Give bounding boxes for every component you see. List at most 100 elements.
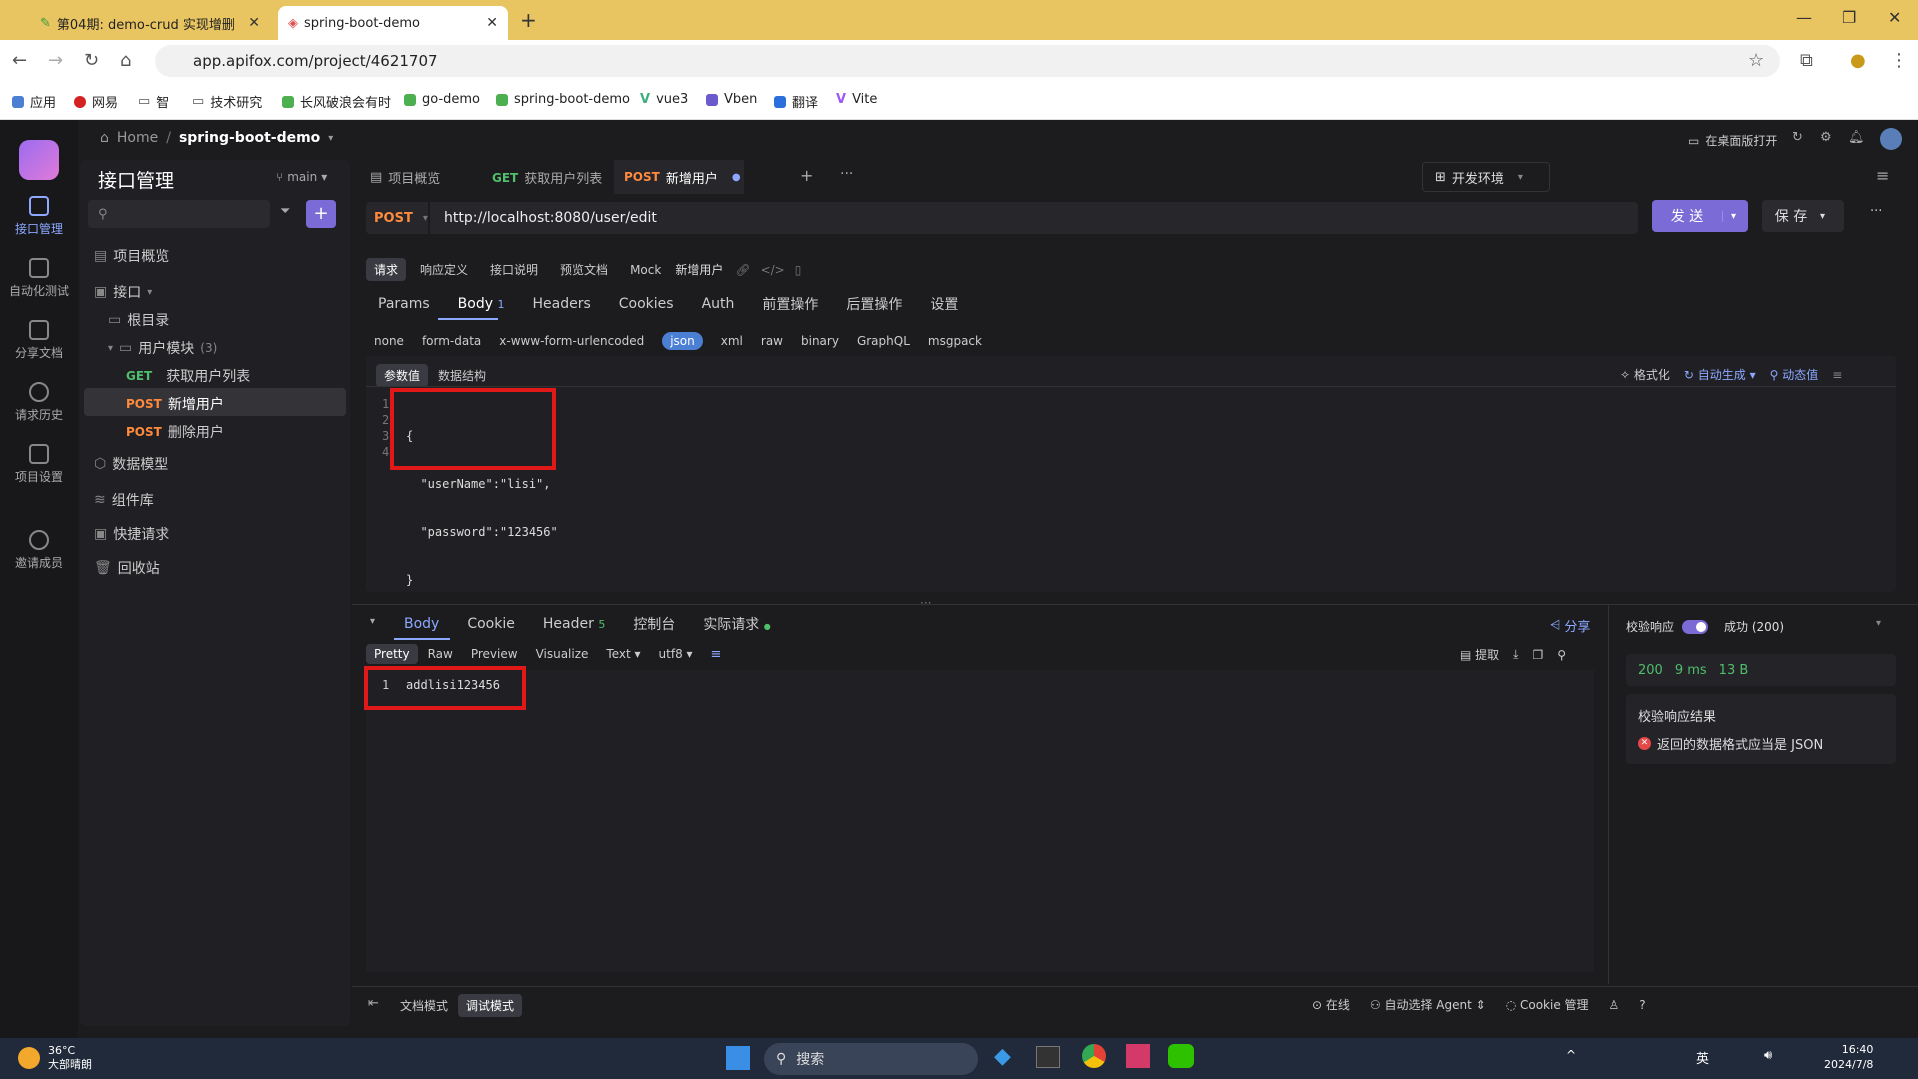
tree-endpoint-selected[interactable]: POST 新增用户: [126, 394, 224, 414]
taskbar-search[interactable]: ⚲ 搜索: [764, 1043, 978, 1075]
doc-mode-button[interactable]: 文档模式: [392, 994, 456, 1017]
tab-auth[interactable]: Auth: [702, 296, 735, 312]
search-input[interactable]: ⚲: [88, 200, 270, 228]
view-preview[interactable]: Preview: [463, 644, 526, 664]
tab-params[interactable]: Params: [378, 296, 430, 312]
tree-root[interactable]: ▭ 根目录: [108, 310, 169, 330]
bookmark-link[interactable]: V Vite: [836, 92, 877, 107]
resp-tab-cookie[interactable]: Cookie: [467, 616, 515, 632]
tab-pre-ops[interactable]: 前置操作: [762, 294, 818, 314]
body-type-binary[interactable]: binary: [801, 334, 839, 348]
body-type-msgpack[interactable]: msgpack: [928, 334, 982, 348]
home-icon[interactable]: ⌂: [120, 50, 131, 71]
forward-icon[interactable]: →: [48, 50, 63, 71]
cookie-manager[interactable]: ◌ Cookie 管理: [1506, 996, 1589, 1013]
profile-icon[interactable]: ●: [1850, 50, 1866, 71]
chrome-icon[interactable]: [1082, 1044, 1106, 1068]
body-type-json[interactable]: json: [662, 332, 703, 350]
send-button[interactable]: 发 送 ▾: [1652, 200, 1748, 232]
add-tab-icon[interactable]: +: [800, 166, 813, 185]
avatar[interactable]: [1880, 128, 1902, 150]
encoding-select[interactable]: utf8 ▾: [651, 644, 701, 664]
new-tab-icon[interactable]: +: [520, 8, 537, 32]
view-visualize[interactable]: Visualize: [528, 644, 597, 664]
tree-recycle[interactable]: 🗑︎ 回收站: [94, 558, 160, 578]
subtab-preview[interactable]: 预览文档: [552, 258, 616, 281]
rail-automation[interactable]: 自动化测试: [0, 258, 78, 299]
rail-share-docs[interactable]: 分享文档: [0, 320, 78, 361]
help-icon[interactable]: ?: [1639, 998, 1645, 1012]
wrap-icon[interactable]: ≡: [1832, 368, 1842, 382]
collapse-icon[interactable]: ▾: [370, 616, 375, 627]
breadcrumb-home[interactable]: Home: [117, 130, 158, 146]
resp-tab-body[interactable]: Body: [404, 616, 439, 632]
subtab-mock[interactable]: Mock: [622, 260, 669, 280]
collapse-sidebar-icon[interactable]: ⇤: [368, 996, 379, 1011]
vscode-icon[interactable]: ◆: [994, 1044, 1011, 1069]
status-select[interactable]: 成功 (200): [1724, 618, 1784, 635]
url-input[interactable]: app.apifox.com/project/4621707: [155, 45, 1780, 77]
back-icon[interactable]: ←: [12, 50, 27, 71]
rail-api-management[interactable]: 接口管理: [0, 196, 78, 237]
wechat-icon[interactable]: [1168, 1044, 1194, 1068]
filter-icon[interactable]: ⏷: [280, 204, 290, 219]
bell-icon[interactable]: 🔔︎: [1848, 130, 1865, 145]
body-type-graphql[interactable]: GraphQL: [857, 334, 910, 348]
tab-headers[interactable]: Headers: [532, 296, 590, 312]
more-icon[interactable]: ···: [1870, 204, 1882, 219]
rail-project-settings[interactable]: 项目设置: [0, 444, 78, 485]
bookmark-folder[interactable]: ▭ 技术研究: [192, 92, 262, 111]
tree-api[interactable]: ▣ 接口 ▾: [94, 282, 152, 302]
add-button[interactable]: +: [306, 200, 336, 228]
branch-select[interactable]: ⑂ main ▾: [276, 170, 327, 184]
bookmark-link[interactable]: 翻译: [774, 92, 818, 111]
dynamic-value-button[interactable]: ⚲ 动态值: [1770, 366, 1819, 383]
bookmark-link[interactable]: spring-boot-demo: [496, 92, 630, 107]
code-icon[interactable]: </>: [761, 263, 785, 277]
bookmark-link[interactable]: go-demo: [404, 92, 480, 107]
tab-post-ops[interactable]: 后置操作: [846, 294, 902, 314]
close-icon[interactable]: ✕: [248, 15, 260, 31]
tree-endpoint[interactable]: POST 删除用户: [126, 422, 224, 442]
ime-indicator[interactable]: 英: [1696, 1048, 1709, 1067]
star-icon[interactable]: ☆: [1748, 50, 1764, 71]
intellij-icon[interactable]: [1126, 1044, 1150, 1068]
body-type-raw[interactable]: raw: [761, 334, 783, 348]
subtab-request[interactable]: 请求: [366, 258, 407, 281]
validate-toggle[interactable]: [1682, 619, 1709, 634]
tree-endpoint[interactable]: GET 获取用户列表: [126, 366, 250, 386]
resp-tab-console[interactable]: 控制台: [633, 614, 675, 634]
tree-overview[interactable]: ▤ 项目概览: [94, 246, 169, 266]
link-icon[interactable]: 🔗︎: [735, 263, 750, 277]
auto-generate-button[interactable]: ↻ 自动生成 ▾: [1684, 366, 1756, 383]
subtab-description[interactable]: 接口说明: [482, 258, 546, 281]
hamburger-icon[interactable]: ≡: [1876, 166, 1889, 185]
tab-overview[interactable]: ▤ 项目概览: [370, 168, 440, 187]
bookmark-link[interactable]: Vben: [706, 92, 757, 107]
bookmark-link[interactable]: Vvue3: [640, 92, 688, 107]
menu-icon[interactable]: ⋮: [1890, 50, 1908, 71]
body-type-xml[interactable]: xml: [721, 334, 743, 348]
minimize-icon[interactable]: —: [1796, 8, 1812, 27]
reload-icon[interactable]: ↻: [84, 50, 99, 71]
open-desktop-link[interactable]: ▭ 在桌面版打开: [1688, 132, 1777, 149]
debug-mode-button[interactable]: 调试模式: [458, 994, 523, 1017]
resp-tab-actual[interactable]: 实际请求 ●: [703, 614, 770, 634]
rail-history[interactable]: 请求历史: [0, 382, 78, 423]
extensions-icon[interactable]: ⧉: [1800, 50, 1813, 71]
rail-invite[interactable]: 邀请成员: [0, 530, 78, 571]
request-url-input[interactable]: http://localhost:8080/user/edit: [430, 202, 1638, 234]
subtab-response-def[interactable]: 响应定义: [412, 258, 476, 281]
online-status[interactable]: ⊙ 在线: [1312, 996, 1350, 1013]
view-schema[interactable]: 数据结构: [430, 364, 494, 387]
env-select[interactable]: ⊞ 开发环境 ▾: [1422, 162, 1550, 192]
tab-get-users[interactable]: GET 获取用户列表: [492, 168, 602, 188]
windows-start-icon[interactable]: [726, 1046, 750, 1070]
format-select[interactable]: Text ▾: [598, 644, 648, 664]
terminal-icon[interactable]: [1036, 1046, 1060, 1068]
tab-post-add-user[interactable]: POST 新增用户 ●: [614, 160, 744, 194]
tree-components[interactable]: ≋ 组件库: [94, 490, 154, 510]
download-icon[interactable]: ⤓: [1513, 647, 1518, 662]
maximize-icon[interactable]: ❐: [1842, 8, 1856, 27]
browser-tab-2[interactable]: ◈ spring-boot-demo ✕: [278, 6, 508, 40]
